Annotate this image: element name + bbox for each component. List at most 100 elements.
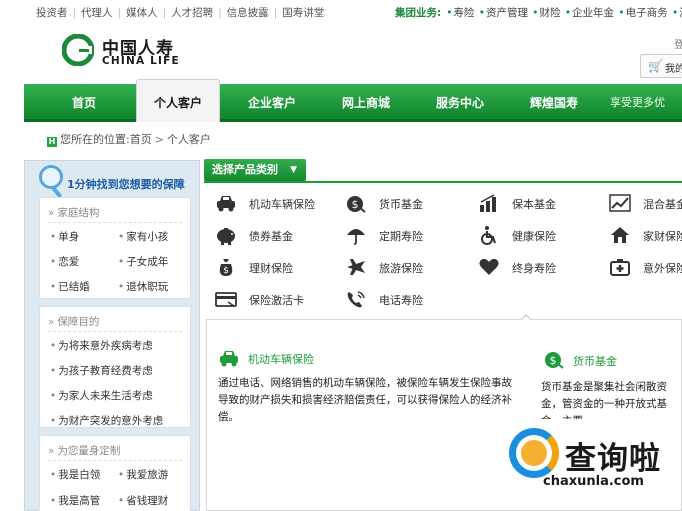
breadcrumb-current: 个人客户 (166, 133, 211, 146)
breadcrumb-home[interactable]: 首页 (130, 133, 152, 146)
nav-personal-customers[interactable]: 个人客户 (136, 79, 220, 122)
detail-title-motor: 机动车辆保险 (248, 353, 314, 366)
breadcrumb-prefix: 您所在的位置: (60, 133, 130, 146)
product-bond-fund[interactable]: 债券基金 (215, 224, 335, 246)
tag-executive[interactable]: • 我是高管 (50, 493, 100, 508)
svg-text:$: $ (223, 266, 229, 276)
watermark-chinese-text: 查询啦 (565, 441, 661, 477)
protection-purpose-box: » 保障目的 • 为将来意外疾病考虑 • 为孩子教育经费考虑 • 为家人未来生活考虑 •… (39, 306, 191, 428)
nav-business-customers[interactable]: 企业客户 (230, 84, 314, 122)
product-money-fund[interactable]: $ 货币基金 (345, 192, 455, 214)
product-health-insurance[interactable]: 健康保险 (478, 224, 588, 246)
product-activation-card[interactable]: 保险激活卡 (215, 288, 335, 310)
tag-dating[interactable]: • 恋爱 (50, 254, 79, 269)
product-accident-insurance[interactable]: 意外保险 (609, 256, 682, 278)
money-bag-icon: $ (545, 352, 564, 369)
chevron-down-icon: ▼ (290, 165, 297, 175)
chaxunla-watermark: 查询啦 chaxunla.com (507, 421, 682, 511)
custom-plan-title: » 为您量身定制 (48, 445, 121, 457)
link-media[interactable]: 媒体人 (126, 7, 158, 19)
china-life-logo[interactable]: 中国人寿 CHINA LIFE (62, 34, 202, 70)
nav-brilliant-china-life[interactable]: 辉煌国寿 (512, 84, 596, 122)
link-annuity[interactable]: 企业年金 (572, 7, 614, 19)
audience-links: 投资者 | 代理人 | 媒体人 | 人才招聘 | 信息披露 | 国寿讲堂 (36, 7, 325, 19)
product-divider (204, 181, 682, 183)
product-whole-life[interactable]: 终身寿险 (478, 256, 588, 278)
china-life-logo-mark-icon (62, 34, 94, 66)
detail-motor-vehicle-header[interactable]: 机动车辆保险 (218, 347, 328, 369)
product-wealth-insurance[interactable]: $ 理财保险 (215, 256, 335, 278)
tag-retired[interactable]: • 退休职玩 (118, 279, 168, 294)
nav-service-center[interactable]: 服务中心 (418, 84, 502, 122)
link-investors[interactable]: 投资者 (36, 7, 68, 19)
product-category-label: 选择产品类别 (212, 163, 278, 176)
protection-purpose-title: » 保障目的 (48, 316, 100, 328)
top-links-bar: 投资者 | 代理人 | 媒体人 | 人才招聘 | 信息披露 | 国寿讲堂 集团业务: •寿险 •资产管… (0, 0, 682, 22)
group-business-label: 集团业务: (395, 7, 442, 19)
wheelchair-icon (481, 226, 496, 245)
product-hybrid-fund[interactable]: 混合基金 (609, 192, 682, 214)
link-agents[interactable]: 代理人 (81, 7, 113, 19)
tag-adult-children[interactable]: • 子女成年 (118, 254, 168, 269)
product-principal-guaranteed-fund[interactable]: 保本基金 (478, 192, 588, 214)
car-icon (217, 196, 235, 212)
tag-has-child[interactable]: • 家有小孩 (118, 229, 168, 244)
group-business-links: 集团业务:•寿险 •资产管理 •财险 •企业年金 •电子商务 •海 (395, 5, 682, 20)
magnifier-icon (39, 165, 63, 189)
nav-more[interactable]: 享受更多优 (610, 84, 682, 122)
product-home-property[interactable]: 家财保险 (609, 224, 682, 246)
product-category-select[interactable]: 选择产品类别 ▼ (204, 159, 306, 181)
detail-money-fund-header[interactable]: $ 货币基金 (543, 349, 653, 371)
first-aid-icon (610, 259, 630, 276)
airplane-icon (347, 259, 365, 275)
link-careers[interactable]: 人才招聘 (171, 7, 213, 19)
login-link-edge[interactable]: 登 (674, 36, 682, 51)
heart-icon (479, 258, 499, 275)
product-travel-insurance[interactable]: 旅游保险 (345, 256, 455, 278)
tag-love-travel[interactable]: • 我爱旅游 (118, 467, 168, 482)
nav-online-mall[interactable]: 网上商城 (324, 84, 408, 122)
svg-text:$: $ (550, 354, 557, 367)
umbrella-icon (347, 229, 365, 245)
finder-title: 1分钟找到您想要的保障 (67, 178, 185, 191)
link-disclosure[interactable]: 信息披露 (227, 7, 269, 19)
tag-family-future[interactable]: • 为家人未来生活考虑 (50, 388, 153, 403)
link-asset[interactable]: 资产管理 (486, 7, 528, 19)
tag-accident-illness[interactable]: • 为将来意外疾病考虑 (50, 338, 153, 353)
link-property[interactable]: 财险 (540, 7, 561, 19)
link-ecommerce[interactable]: 电子商务 (626, 7, 668, 19)
money-bag-icon: $ (219, 259, 233, 276)
card-icon (215, 292, 237, 307)
tag-property-accident[interactable]: • 为财产突发的意外考虑 (50, 413, 163, 428)
breadcrumb: H 您所在的位置:首页 > 个人客户 (47, 133, 211, 147)
cart-label: 我的 (665, 64, 682, 75)
finder-header: 1分钟找到您想要的保障 (25, 165, 199, 195)
detail-text-money-fund: 货币基金是聚集社会闲散资金，管资金的一种开放式基金，主要 (541, 381, 667, 419)
car-icon (220, 351, 238, 367)
money-bag-icon: $ (347, 196, 366, 213)
trend-chart-icon (609, 194, 631, 212)
nav-home[interactable]: 首页 (42, 84, 126, 122)
product-phone-life[interactable]: 电话寿险 (345, 288, 455, 310)
coverage-finder-panel: 1分钟找到您想要的保障 » 家庭结构 • 单身 • 家有小孩 • 恋爱 • 子女成年 • 已… (24, 160, 200, 511)
piggy-bank-icon (217, 228, 235, 245)
detail-text-motor: 通过电话、网络销售的机动车辆保险，被保险车辆发生保险事故导致的财产损失和损害经济… (218, 377, 512, 423)
family-structure-title: » 家庭结构 (48, 207, 100, 219)
my-cart-button[interactable]: 🛒 我的 (640, 54, 682, 78)
home-badge-icon: H (47, 137, 57, 147)
tag-single[interactable]: • 单身 (50, 229, 79, 244)
tag-married[interactable]: • 已结婚 (50, 279, 90, 294)
product-motor-vehicle[interactable]: 机动车辆保险 (215, 192, 335, 214)
tag-white-collar[interactable]: • 我是白领 (50, 467, 100, 482)
home-icon (611, 227, 629, 243)
cart-icon: 🛒 (648, 59, 663, 73)
bar-chart-icon (480, 194, 496, 212)
phone-icon (347, 291, 365, 308)
product-term-life[interactable]: 定期寿险 (345, 224, 455, 246)
link-life[interactable]: 寿险 (453, 7, 474, 19)
tag-save-money[interactable]: • 省钱理财 (118, 493, 168, 508)
watermark-url-text: chaxunla.com (543, 474, 644, 489)
link-lectures[interactable]: 国寿讲堂 (282, 7, 324, 19)
tag-education-funds[interactable]: • 为孩子教育经费考虑 (50, 363, 153, 378)
detail-title-money-fund: 货币基金 (573, 355, 617, 368)
